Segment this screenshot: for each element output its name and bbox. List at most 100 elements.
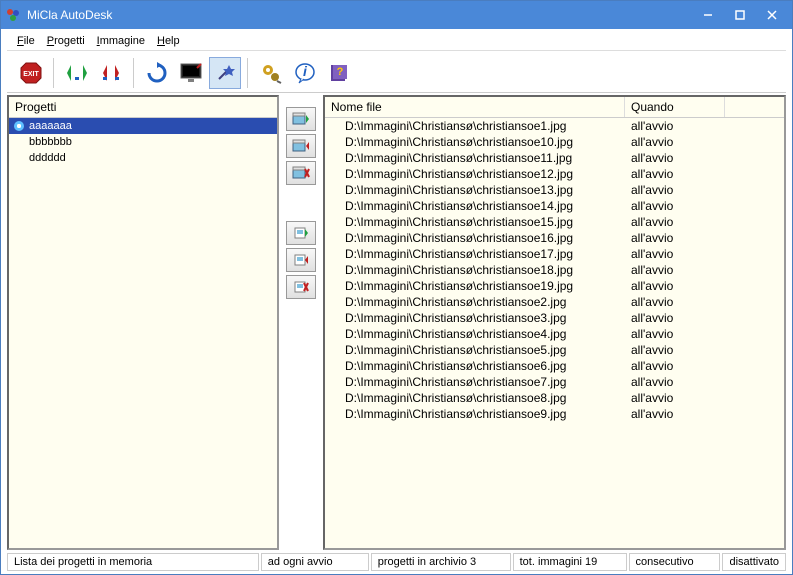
table-row[interactable]: D:\Immagini\Christiansø\christiansoe1.jp… [325, 118, 784, 134]
file-path: D:\Immagini\Christiansø\christiansoe12.j… [325, 166, 625, 182]
file-when: all'avvio [625, 262, 725, 278]
status-1: Lista dei progetti in memoria [7, 553, 259, 571]
table-row[interactable]: D:\Immagini\Christiansø\christiansoe10.j… [325, 134, 784, 150]
project-name: dddddd [29, 152, 66, 164]
svg-text:?: ? [337, 66, 344, 78]
main-window: MiCla AutoDesk File Progetti Immagine He… [0, 0, 793, 575]
file-path: D:\Immagini\Christiansø\christiansoe15.j… [325, 214, 625, 230]
status-4: tot. immagini 19 [513, 553, 627, 571]
projects-header: Progetti [9, 97, 277, 118]
file-path: D:\Immagini\Christiansø\christiansoe2.jp… [325, 294, 625, 310]
menu-file[interactable]: File [17, 35, 35, 47]
separator [133, 58, 135, 88]
mid-btn-3[interactable] [286, 161, 316, 185]
file-path: D:\Immagini\Christiansø\christiansoe8.jp… [325, 390, 625, 406]
separator [53, 58, 55, 88]
tool-arrows-green[interactable] [61, 57, 93, 89]
status-3: progetti in archivio 3 [371, 553, 511, 571]
file-path: D:\Immagini\Christiansø\christiansoe9.jp… [325, 406, 625, 422]
project-item[interactable]: dddddd [9, 150, 277, 166]
table-row[interactable]: D:\Immagini\Christiansø\christiansoe8.jp… [325, 390, 784, 406]
file-when: all'avvio [625, 374, 725, 390]
table-row[interactable]: D:\Immagini\Christiansø\christiansoe4.jp… [325, 326, 784, 342]
table-row[interactable]: D:\Immagini\Christiansø\christiansoe9.jp… [325, 406, 784, 422]
file-path: D:\Immagini\Christiansø\christiansoe16.j… [325, 230, 625, 246]
file-when: all'avvio [625, 326, 725, 342]
project-item[interactable]: bbbbbbb [9, 134, 277, 150]
table-row[interactable]: D:\Immagini\Christiansø\christiansoe13.j… [325, 182, 784, 198]
mid-btn-6[interactable] [286, 275, 316, 299]
table-row[interactable]: D:\Immagini\Christiansø\christiansoe7.jp… [325, 374, 784, 390]
titlebar: MiCla AutoDesk [1, 1, 792, 29]
file-when: all'avvio [625, 118, 725, 134]
tool-help-book[interactable]: ? [323, 57, 355, 89]
project-list[interactable]: aaaaaaa bbbbbbb dddddd [9, 118, 277, 548]
tool-arrows-red[interactable] [95, 57, 127, 89]
mid-btn-5[interactable] [286, 248, 316, 272]
file-table[interactable]: D:\Immagini\Christiansø\christiansoe1.jp… [325, 118, 784, 548]
table-header: Nome file Quando [325, 97, 784, 118]
table-row[interactable]: D:\Immagini\Christiansø\christiansoe18.j… [325, 262, 784, 278]
file-when: all'avvio [625, 358, 725, 374]
file-path: D:\Immagini\Christiansø\christiansoe1.jp… [325, 118, 625, 134]
svg-text:EXIT: EXIT [23, 71, 39, 78]
file-path: D:\Immagini\Christiansø\christiansoe14.j… [325, 198, 625, 214]
app-icon [5, 7, 21, 23]
table-row[interactable]: D:\Immagini\Christiansø\christiansoe19.j… [325, 278, 784, 294]
file-when: all'avvio [625, 294, 725, 310]
exit-button[interactable]: EXIT [15, 57, 47, 89]
projects-panel: Progetti aaaaaaa bbbbbbb dddddd [7, 95, 279, 550]
file-when: all'avvio [625, 150, 725, 166]
table-row[interactable]: D:\Immagini\Christiansø\christiansoe14.j… [325, 198, 784, 214]
table-row[interactable]: D:\Immagini\Christiansø\christiansoe3.jp… [325, 310, 784, 326]
menu-immagine[interactable]: Immagine [97, 35, 145, 47]
mid-btn-1[interactable] [286, 107, 316, 131]
file-when: all'avvio [625, 198, 725, 214]
file-path: D:\Immagini\Christiansø\christiansoe17.j… [325, 246, 625, 262]
tool-monitor[interactable] [175, 57, 207, 89]
table-row[interactable]: D:\Immagini\Christiansø\christiansoe6.jp… [325, 358, 784, 374]
file-path: D:\Immagini\Christiansø\christiansoe5.jp… [325, 342, 625, 358]
maximize-button[interactable] [724, 4, 756, 26]
close-button[interactable] [756, 4, 788, 26]
separator [247, 58, 249, 88]
file-when: all'avvio [625, 182, 725, 198]
table-row[interactable]: D:\Immagini\Christiansø\christiansoe15.j… [325, 214, 784, 230]
tool-gears[interactable] [255, 57, 287, 89]
file-when: all'avvio [625, 390, 725, 406]
menu-progetti[interactable]: Progetti [47, 35, 85, 47]
files-panel: Nome file Quando D:\Immagini\Christiansø… [323, 95, 786, 550]
project-name: aaaaaaa [29, 120, 72, 132]
window-title: MiCla AutoDesk [27, 8, 692, 22]
file-when: all'avvio [625, 406, 725, 422]
table-row[interactable]: D:\Immagini\Christiansø\christiansoe17.j… [325, 246, 784, 262]
tool-info[interactable]: i [289, 57, 321, 89]
table-row[interactable]: D:\Immagini\Christiansø\christiansoe2.jp… [325, 294, 784, 310]
file-path: D:\Immagini\Christiansø\christiansoe19.j… [325, 278, 625, 294]
toolbar: EXIT i ? [7, 53, 786, 93]
table-row[interactable]: D:\Immagini\Christiansø\christiansoe12.j… [325, 166, 784, 182]
file-when: all'avvio [625, 214, 725, 230]
menu-help[interactable]: Help [157, 35, 180, 47]
minimize-button[interactable] [692, 4, 724, 26]
file-path: D:\Immagini\Christiansø\christiansoe7.jp… [325, 374, 625, 390]
mid-btn-4[interactable] [286, 221, 316, 245]
col-filename[interactable]: Nome file [325, 97, 625, 117]
file-when: all'avvio [625, 278, 725, 294]
col-when[interactable]: Quando [625, 97, 725, 117]
table-row[interactable]: D:\Immagini\Christiansø\christiansoe5.jp… [325, 342, 784, 358]
file-path: D:\Immagini\Christiansø\christiansoe6.jp… [325, 358, 625, 374]
status-5: consecutivo [629, 553, 721, 571]
status-2: ad ogni avvio [261, 553, 369, 571]
file-path: D:\Immagini\Christiansø\christiansoe18.j… [325, 262, 625, 278]
file-path: D:\Immagini\Christiansø\christiansoe4.jp… [325, 326, 625, 342]
file-path: D:\Immagini\Christiansø\christiansoe11.j… [325, 150, 625, 166]
mid-btn-2[interactable] [286, 134, 316, 158]
file-when: all'avvio [625, 134, 725, 150]
tool-wand[interactable] [209, 57, 241, 89]
file-path: D:\Immagini\Christiansø\christiansoe13.j… [325, 182, 625, 198]
table-row[interactable]: D:\Immagini\Christiansø\christiansoe16.j… [325, 230, 784, 246]
table-row[interactable]: D:\Immagini\Christiansø\christiansoe11.j… [325, 150, 784, 166]
tool-refresh[interactable] [141, 57, 173, 89]
project-item[interactable]: aaaaaaa [9, 118, 277, 134]
